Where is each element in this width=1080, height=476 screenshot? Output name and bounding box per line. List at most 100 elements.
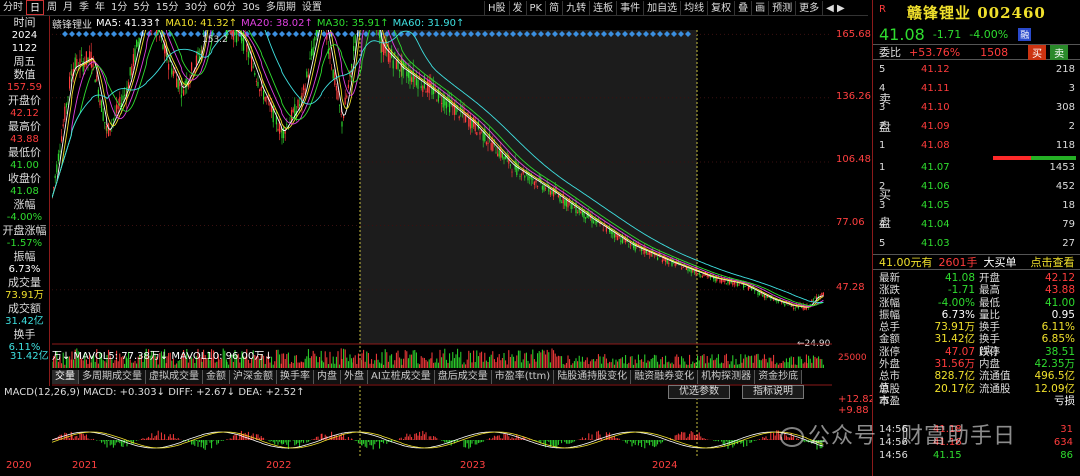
volume-bar (784, 362, 786, 368)
tool-button-10[interactable]: 叠 (734, 0, 751, 16)
indicator-tab-0[interactable]: 交量 (52, 370, 79, 384)
period-tab-5[interactable]: 年 (92, 0, 108, 15)
ma30-value: MA30: 35.91↑ (316, 17, 389, 29)
orderbook-row[interactable]: 1 41.08 118 (873, 140, 1080, 156)
orderbook-row[interactable]: 2 41.09 2 (873, 121, 1080, 137)
indicator-tab-10[interactable]: 市盈率(ttm) (491, 370, 555, 384)
volume-bar (174, 364, 176, 368)
indicator-tab-11[interactable]: 陆股通持股变化 (554, 370, 632, 384)
tool-button-3[interactable]: 简 (545, 0, 562, 16)
indicator-tab-4[interactable]: 沪深金额 (230, 370, 277, 384)
candle-body (559, 196, 561, 202)
period-tab-3[interactable]: 月 (60, 0, 76, 15)
tool-button-2[interactable]: PK (525, 0, 546, 16)
candle-body (283, 127, 285, 139)
indicator-tab-5[interactable]: 换手率 (277, 370, 314, 384)
candle-body (252, 66, 254, 68)
stock-title[interactable]: 赣锋锂业 002460 (907, 2, 1046, 23)
period-tab-4[interactable]: 季 (76, 0, 92, 15)
period-tab-6[interactable]: 1分 (108, 0, 130, 15)
volume-bar (637, 354, 639, 368)
tool-button-5[interactable]: 连板 (589, 0, 616, 16)
tool-button-7[interactable]: 加自选 (643, 0, 680, 16)
volume-bar (281, 353, 283, 368)
quote-label: 涨跌 (879, 284, 900, 297)
price-tick: 77.06 (836, 217, 865, 228)
period-tab-7[interactable]: 5分 (130, 0, 152, 15)
orderbook-row[interactable]: 3 41.10 308 (873, 102, 1080, 118)
orderbook-row[interactable]: 5 41.12 218 (873, 64, 1080, 80)
volume-bar (553, 350, 555, 368)
indicator-tab-9[interactable]: 盘后成交量 (434, 370, 492, 384)
sell-button[interactable]: 卖 (1050, 44, 1069, 60)
volume-bar (344, 349, 346, 368)
event-marker-icon (118, 31, 124, 37)
orderbook-row[interactable]: 4 41.04 79 (873, 219, 1080, 235)
period-tab-12[interactable]: 多周期 (263, 0, 299, 15)
period-tab-2[interactable]: 周 (44, 0, 60, 15)
candle-body (81, 54, 83, 56)
watermark-text: 公众号 · 财富助手日 (808, 424, 1016, 449)
volume-bar (625, 355, 627, 368)
macd-axis-second: +9.88 (838, 405, 869, 416)
tool-button-9[interactable]: 复权 (707, 0, 734, 16)
period-tab-0[interactable]: 分时 (0, 0, 26, 15)
period-tab-13[interactable]: 设置 (299, 0, 325, 15)
candle-body (347, 84, 349, 88)
volume-bar (359, 359, 361, 368)
big-order-bar[interactable]: 41.00元有 2601手 大买单 点击查看 (873, 254, 1080, 270)
indicator-tab-14[interactable]: 资金抄底 (755, 370, 803, 384)
candle-body (822, 292, 824, 296)
volume-bar (585, 360, 587, 368)
volume-bar (549, 362, 551, 368)
orderbook-row[interactable]: 2 41.06 452 (873, 181, 1080, 197)
volume-bar (433, 362, 435, 368)
indicator-help-button[interactable]: 指标说明 (742, 385, 804, 399)
tool-button-13[interactable]: 更多 (795, 0, 822, 16)
volume-bar (529, 363, 531, 368)
indicator-tab-6[interactable]: 内盘 (314, 370, 341, 384)
tool-button-8[interactable]: 均线 (680, 0, 707, 16)
volume-bar (117, 361, 119, 368)
tool-button-11[interactable]: 画 (751, 0, 768, 16)
indicator-tab-12[interactable]: 融资融券变化 (631, 370, 699, 384)
buy-button[interactable]: 买 (1028, 44, 1047, 60)
candle-body (195, 55, 197, 66)
price-line: 41.08 -1.71 -4.00% 融 (873, 24, 1080, 44)
indicator-tab-7[interactable]: 外盘 (341, 370, 368, 384)
volume-bar (423, 357, 425, 368)
indicator-tab-1[interactable]: 多周期成交量 (79, 370, 146, 384)
period-tab-10[interactable]: 60分 (210, 0, 239, 15)
candle-body (264, 96, 266, 102)
volume-bar (819, 358, 821, 368)
volume-bar (463, 362, 465, 368)
orderbook-row[interactable]: 5 41.03 27 (873, 238, 1080, 254)
period-tab-8[interactable]: 15分 (153, 0, 182, 15)
tool-button-6[interactable]: 事件 (616, 0, 643, 16)
indicator-tab-13[interactable]: 机构探测器 (698, 370, 756, 384)
candle-body (437, 88, 439, 102)
orderbook-row[interactable]: 3 41.05 18 (873, 200, 1080, 216)
big-order-link[interactable]: 点击查看 (1031, 254, 1075, 270)
indicator-tab-2[interactable]: 虚拟成交量 (146, 370, 203, 384)
volume-bar (607, 363, 609, 368)
tool-button-1[interactable]: 发 (508, 0, 526, 16)
volume-bar (538, 351, 540, 368)
candle-body (628, 246, 630, 248)
candle-body (246, 44, 248, 52)
volume-bar (506, 364, 508, 368)
period-tab-11[interactable]: 30s (239, 0, 263, 15)
tool-button-0[interactable]: H股 (484, 0, 509, 16)
scroll-arrows-icon[interactable]: ◀ ▶ (822, 0, 848, 16)
period-tab-9[interactable]: 30分 (181, 0, 210, 15)
indicator-tab-3[interactable]: 金额 (203, 370, 230, 384)
volume-bar (228, 364, 230, 368)
optimize-params-button[interactable]: 优选参数 (668, 385, 730, 399)
level-price: 41.08 (921, 140, 950, 151)
orderbook-row[interactable]: 1 41.07 1453 (873, 162, 1080, 178)
period-tab-1[interactable]: 日 (26, 0, 44, 15)
orderbook-row[interactable]: 4 41.11 3 (873, 83, 1080, 99)
tool-button-12[interactable]: 预测 (768, 0, 795, 16)
tool-button-4[interactable]: 九转 (562, 0, 589, 16)
indicator-tab-8[interactable]: AI立桩成交量 (368, 370, 435, 384)
